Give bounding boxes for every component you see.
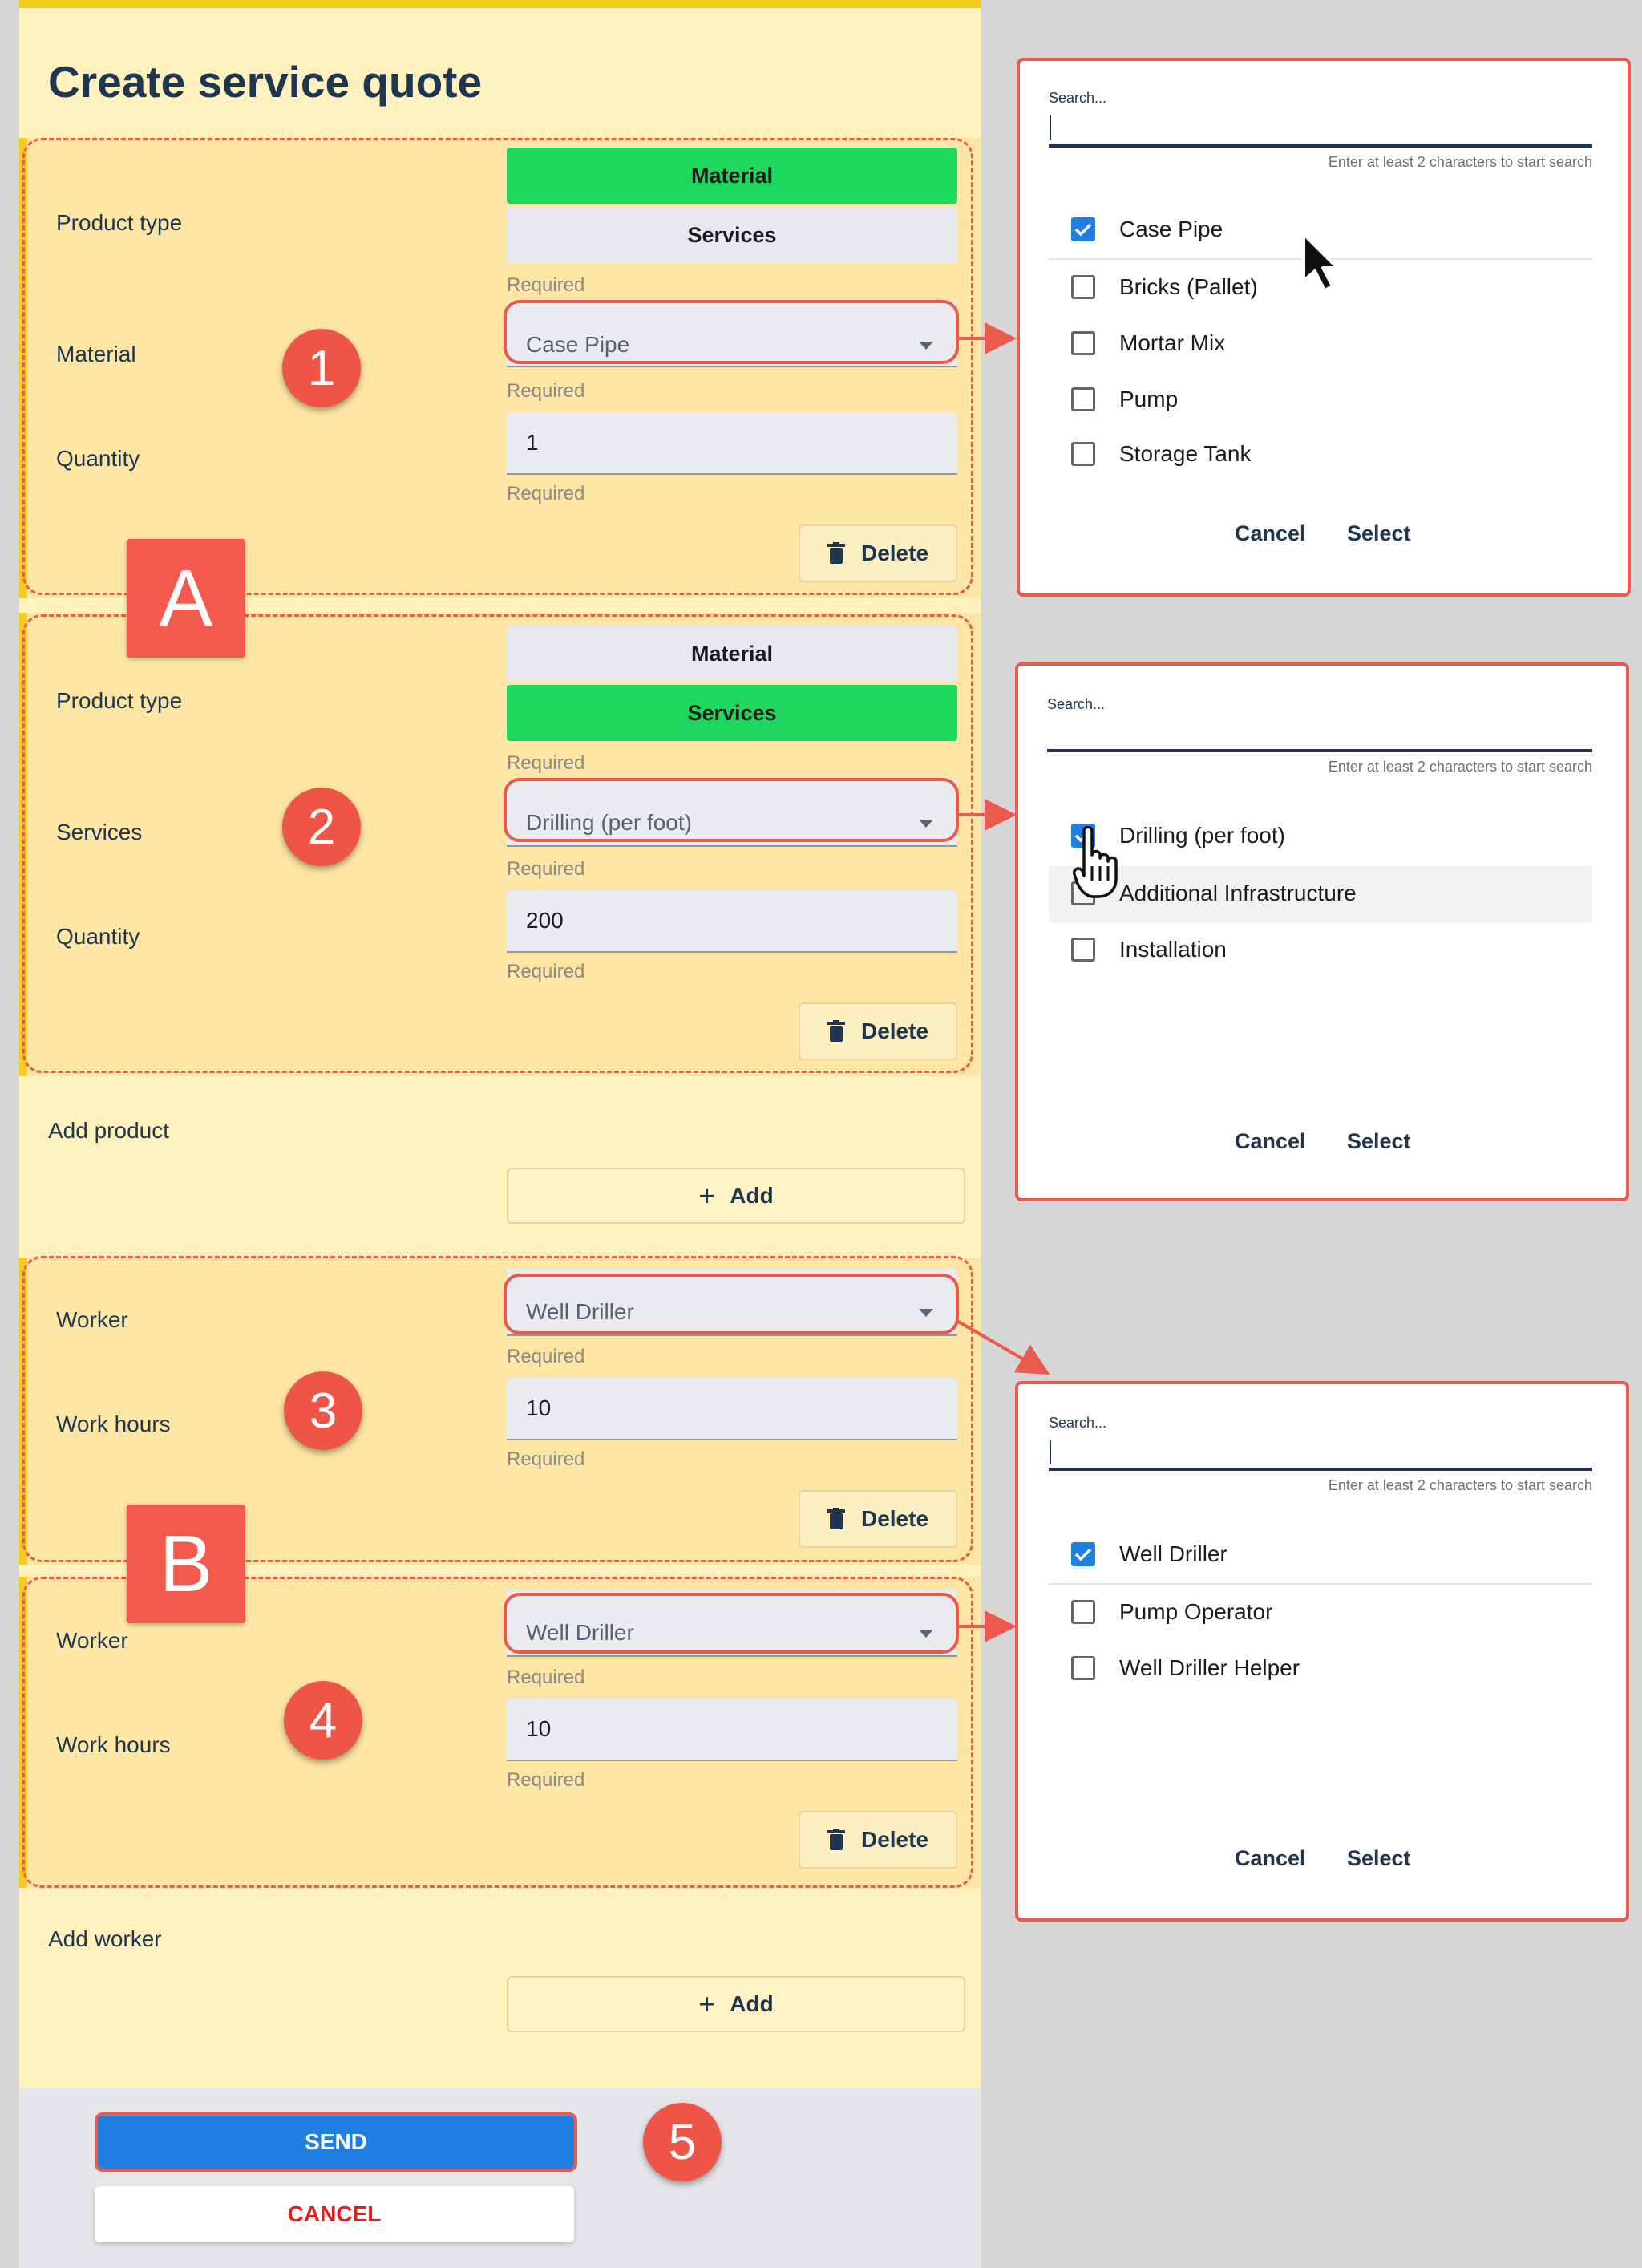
option-label: Mortar Mix (1119, 330, 1226, 355)
dialog-select-button[interactable]: Select (1347, 1129, 1411, 1154)
option-row[interactable]: Installation (1071, 937, 1227, 962)
hand-pointer-icon (1073, 826, 1118, 898)
dialog-select-button[interactable]: Select (1347, 521, 1411, 546)
option-label: Well Driller Helper (1119, 1655, 1300, 1680)
option-row[interactable]: Pump Operator (1071, 1599, 1272, 1625)
checkbox-icon[interactable] (1071, 387, 1095, 411)
checkbox-checked-icon[interactable] (1071, 217, 1095, 241)
text-cursor (1050, 115, 1051, 140)
option-row[interactable]: Storage Tank (1071, 441, 1252, 467)
mouse-pointer-icon (1302, 233, 1339, 292)
option-label: Additional Infrastructure (1119, 881, 1357, 905)
option-label: Bricks (Pallet) (1119, 274, 1258, 299)
search-hint: Enter at least 2 characters to start sea… (1328, 759, 1592, 775)
services-picker-dialog (1015, 662, 1629, 1201)
checkbox-checked-icon[interactable] (1071, 1542, 1095, 1566)
divider (1049, 1583, 1592, 1585)
option-row[interactable]: Case Pipe (1071, 217, 1223, 242)
material-picker-dialog (1017, 58, 1631, 597)
dialog-cancel-button[interactable]: Cancel (1235, 521, 1306, 546)
checkbox-icon[interactable] (1071, 1600, 1095, 1624)
dialog-select-button[interactable]: Select (1347, 1846, 1411, 1871)
checkbox-icon[interactable] (1071, 442, 1095, 466)
dialog-cancel-button[interactable]: Cancel (1235, 1129, 1306, 1154)
option-label: Drilling (per foot) (1119, 823, 1285, 848)
search-label: Search... (1049, 90, 1107, 106)
option-row[interactable]: Bricks (Pallet) (1071, 274, 1258, 300)
search-input[interactable] (1049, 144, 1592, 148)
checkbox-icon[interactable] (1071, 1656, 1095, 1680)
checkbox-icon[interactable] (1071, 275, 1095, 299)
search-input[interactable] (1047, 749, 1592, 752)
checkbox-icon[interactable] (1071, 938, 1095, 962)
search-hint: Enter at least 2 characters to start sea… (1328, 1477, 1592, 1493)
option-row[interactable]: Well Driller Helper (1071, 1655, 1300, 1681)
option-row[interactable]: Well Driller (1071, 1541, 1227, 1567)
option-row[interactable]: Pump (1071, 387, 1178, 412)
search-input[interactable] (1049, 1468, 1592, 1471)
option-label: Well Driller (1119, 1541, 1227, 1566)
checkbox-icon[interactable] (1071, 331, 1095, 355)
worker-picker-dialog (1015, 1381, 1629, 1922)
search-hint: Enter at least 2 characters to start sea… (1328, 154, 1592, 170)
option-label: Pump Operator (1119, 1599, 1273, 1624)
option-label: Storage Tank (1119, 441, 1252, 466)
text-cursor (1050, 1440, 1051, 1464)
arrow-line (954, 1318, 1050, 1375)
dialog-cancel-button[interactable]: Cancel (1235, 1846, 1306, 1871)
search-label: Search... (1049, 1415, 1107, 1431)
option-row[interactable]: Mortar Mix (1071, 330, 1225, 356)
option-label: Pump (1119, 387, 1179, 411)
option-label: Installation (1119, 937, 1227, 962)
search-label: Search... (1047, 696, 1106, 712)
option-label: Case Pipe (1119, 217, 1223, 241)
